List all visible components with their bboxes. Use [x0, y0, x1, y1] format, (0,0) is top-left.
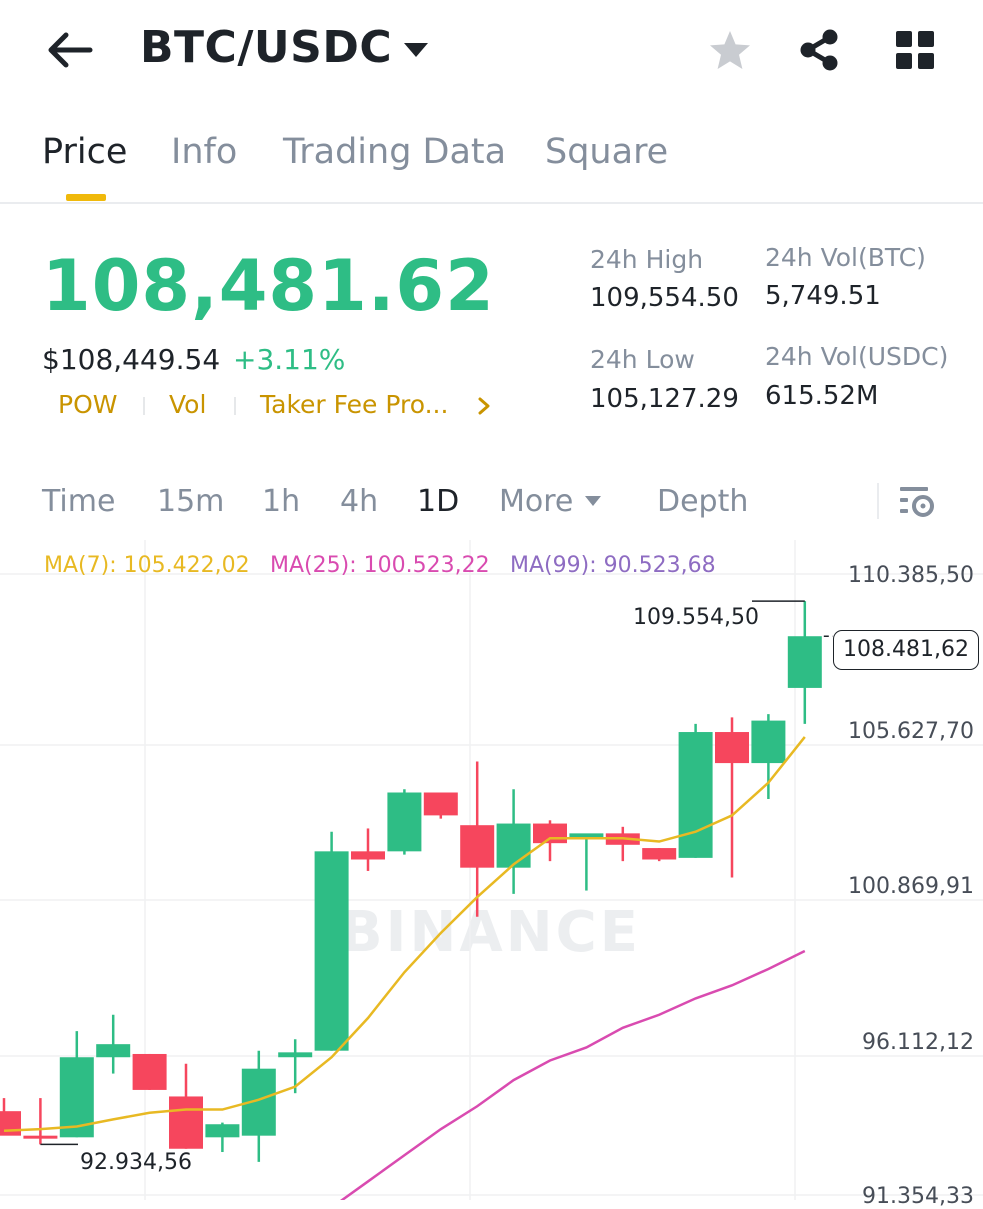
caret-down-icon[interactable] [402, 41, 430, 59]
candle-body [460, 825, 495, 868]
vol-btc-value: 5,749.51 [765, 281, 881, 311]
candle-body [96, 1044, 131, 1058]
candle-body [314, 851, 349, 1051]
y-axis-tick: 96.112,12 [862, 1030, 974, 1055]
candle-body [23, 1135, 58, 1139]
candle-body [0, 1111, 21, 1136]
candle-body [787, 636, 822, 688]
vol-btc-label: 24h Vol(BTC) [765, 243, 926, 272]
interval-depth[interactable]: Depth [657, 484, 748, 519]
tab-info[interactable]: Info [171, 132, 237, 172]
high-callout: 109.554,50 [633, 605, 759, 630]
tab-trading-data[interactable]: Trading Data [283, 132, 506, 172]
candle-body [169, 1096, 203, 1149]
grid-icon[interactable] [896, 31, 934, 69]
back-arrow-icon[interactable] [44, 30, 94, 70]
interval-more[interactable]: More [499, 484, 573, 519]
interval-15m[interactable]: 15m [157, 484, 224, 519]
star-icon[interactable] [708, 29, 752, 71]
ma7-label: MA(7): 105.422,02 [44, 553, 250, 578]
last-price: 108,481.62 [42, 245, 495, 327]
candle-body [715, 732, 749, 764]
y-axis-tick: 105.627,70 [848, 719, 974, 744]
interval-1d[interactable]: 1D [417, 484, 459, 519]
chart-settings-icon[interactable] [900, 485, 936, 519]
ma99-label: MA(99): 90.523,68 [510, 553, 716, 578]
active-tab-indicator [66, 194, 106, 201]
low-value: 105,127.29 [590, 384, 739, 414]
caret-down-icon[interactable] [583, 493, 603, 507]
ma25-line [340, 949, 806, 1200]
candle-body [278, 1052, 313, 1058]
usd-price: $108,449.54 [42, 343, 221, 376]
vol-usdc-value: 615.52M [765, 381, 879, 411]
tag-separator [143, 397, 145, 415]
low-callout: 92.934,56 [80, 1150, 192, 1175]
tag-taker-fee[interactable]: Taker Fee Pro... [260, 390, 448, 419]
current-price-marker[interactable]: 108.481,62 [833, 630, 979, 670]
share-icon[interactable] [797, 28, 841, 72]
candle-body [387, 792, 422, 852]
candle-body [496, 823, 531, 868]
candle-body [642, 848, 677, 860]
interval-4h[interactable]: 4h [340, 484, 378, 519]
interval-time[interactable]: Time [42, 484, 115, 519]
ma25-label: MA(25): 100.523,22 [270, 553, 490, 578]
low-label: 24h Low [590, 345, 695, 374]
tab-divider [0, 202, 983, 204]
y-axis-tick: 100.869,91 [848, 874, 974, 899]
candle-body [751, 720, 786, 764]
pair-title[interactable]: BTC/USDC [140, 22, 392, 73]
y-axis-tick: 110.385,50 [848, 563, 974, 588]
candle-body [423, 792, 458, 816]
chevron-right-icon[interactable] [476, 396, 492, 416]
candle-body [533, 823, 567, 844]
candle-body [678, 732, 713, 858]
tag-vol[interactable]: Vol [169, 390, 206, 419]
vol-usdc-label: 24h Vol(USDC) [765, 342, 949, 371]
toolbar-divider [877, 483, 879, 519]
interval-1h[interactable]: 1h [262, 484, 300, 519]
candle-body [132, 1053, 167, 1090]
candle-body [351, 851, 385, 860]
candle-body [205, 1124, 240, 1138]
high-label: 24h High [590, 245, 704, 274]
high-value: 109,554.50 [590, 283, 739, 313]
tag-pow[interactable]: POW [58, 390, 117, 419]
y-axis-tick: 91.354,33 [862, 1184, 974, 1209]
price-change-percent: +3.11% [233, 343, 346, 376]
tab-square[interactable]: Square [545, 132, 668, 172]
tab-price[interactable]: Price [42, 132, 127, 172]
tag-separator [234, 397, 236, 415]
